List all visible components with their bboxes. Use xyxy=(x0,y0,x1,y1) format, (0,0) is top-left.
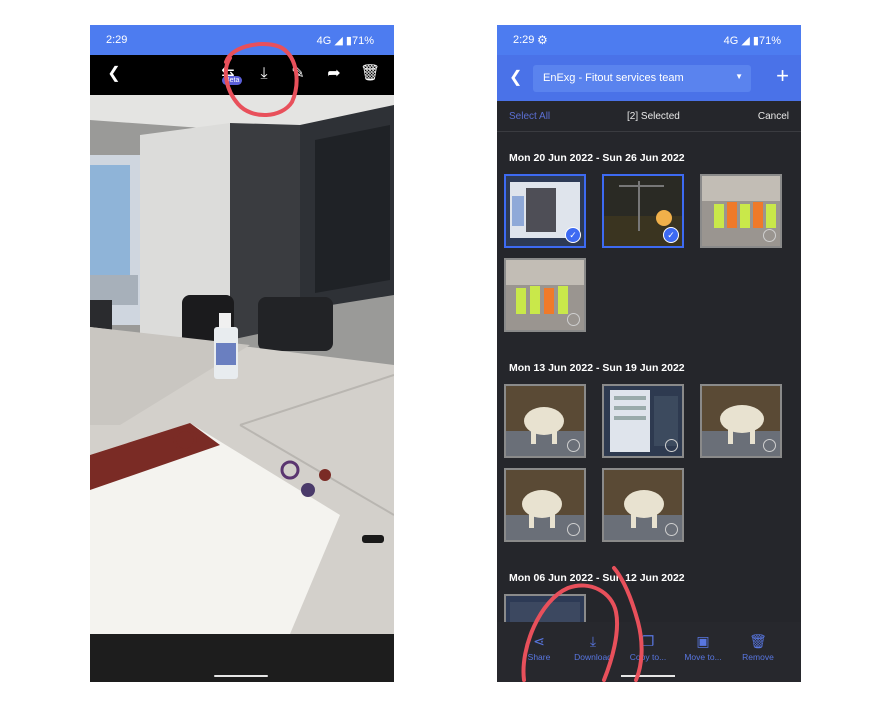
unselected-circle-icon xyxy=(763,229,776,242)
team-dropdown[interactable]: EnExg - Fitout services team ▼ xyxy=(533,65,751,92)
share-icon[interactable]: ➦ xyxy=(324,64,344,84)
download-label: Download xyxy=(574,652,612,662)
date-group-header: Mon 13 Jun 2022 - Sun 19 Jun 2022 xyxy=(509,362,685,374)
remove-label: Remove xyxy=(742,652,774,662)
copy-to-button[interactable]: ❐ Copy to... xyxy=(618,632,678,662)
add-icon[interactable]: + xyxy=(776,63,789,89)
remove-button[interactable]: 🗑 Remove xyxy=(728,632,788,662)
home-indicator xyxy=(621,675,675,677)
left-phone-screen: 2:29 4G ◢ ▮71% ❮ ⇆ Beta ⤓ ✎ ➦ 🗑 xyxy=(90,25,394,682)
move-to-button[interactable]: ▣ Move to... xyxy=(673,632,733,662)
download-icon: ⤓ xyxy=(589,633,597,649)
date-group-header: Mon 06 Jun 2022 - Sun 12 Jun 2022 xyxy=(509,572,685,584)
chevron-left-icon[interactable]: ❮ xyxy=(104,64,124,84)
share-button[interactable]: ⋖ Share xyxy=(509,632,569,662)
photo-thumbnail[interactable] xyxy=(504,258,586,332)
photo-thumbnail[interactable] xyxy=(700,384,782,458)
folder-move-icon: ▣ xyxy=(696,633,710,649)
download-button[interactable]: ⤓ Download xyxy=(563,632,623,662)
right-phone-screen: 2:29 ⚙ 4G ◢ ▮71% ❮ EnExg - Fitout servic… xyxy=(497,25,801,682)
photo-thumbnail[interactable] xyxy=(504,594,586,624)
photo-thumbnail[interactable]: ✓ xyxy=(602,174,684,248)
select-all-button[interactable]: Select All xyxy=(509,111,550,122)
move-to-label: Move to... xyxy=(684,652,722,662)
status-network: 4G ◢ ▮71% xyxy=(723,35,781,47)
check-icon: ✓ xyxy=(565,227,581,243)
settings-status-icon: ⚙ xyxy=(537,33,548,47)
status-bar: 2:29 4G ◢ ▮71% xyxy=(90,25,394,55)
share-icon: ⋖ xyxy=(533,633,545,649)
bottom-action-bar: ⋖ Share ⤓ Download ❐ Copy to... ▣ Move t… xyxy=(497,622,801,682)
status-time: 2:29 xyxy=(513,34,535,46)
beta-badge: Beta xyxy=(222,76,243,85)
check-icon: ✓ xyxy=(663,227,679,243)
team-name: EnExg - Fitout services team xyxy=(543,72,684,84)
unselected-circle-icon xyxy=(567,313,580,326)
photo-thumbnail[interactable] xyxy=(602,468,684,542)
home-indicator xyxy=(214,675,268,677)
edit-icon[interactable]: ✎ xyxy=(288,64,308,84)
photo-thumbnail[interactable] xyxy=(602,384,684,458)
office-photo xyxy=(90,95,394,634)
cancel-button[interactable]: Cancel xyxy=(758,111,789,122)
photo-toolbar: ❮ ⇆ Beta ⤓ ✎ ➦ 🗑 xyxy=(90,55,394,95)
share-label: Share xyxy=(527,652,551,662)
photo-thumbnail[interactable] xyxy=(504,468,586,542)
status-bar: 2:29 ⚙ 4G ◢ ▮71% xyxy=(497,25,801,55)
status-time: 2:29 xyxy=(106,34,128,46)
unselected-circle-icon xyxy=(763,439,776,452)
unselected-circle-icon xyxy=(567,439,580,452)
selection-bar: Select All [2] Selected Cancel xyxy=(497,101,801,132)
unselected-circle-icon xyxy=(665,439,678,452)
copy-icon: ❐ xyxy=(641,633,655,649)
date-group-header: Mon 20 Jun 2022 - Sun 26 Jun 2022 xyxy=(509,152,685,164)
copy-to-label: Copy to... xyxy=(629,652,667,662)
chevron-left-icon[interactable]: ❮ xyxy=(509,67,522,87)
unselected-circle-icon xyxy=(665,523,678,536)
trash-icon[interactable]: 🗑 xyxy=(360,64,380,84)
photo-thumbnail[interactable] xyxy=(504,384,586,458)
trash-icon: 🗑 xyxy=(749,633,767,649)
unselected-circle-icon xyxy=(567,523,580,536)
download-icon[interactable]: ⤓ xyxy=(254,64,274,84)
selected-count: [2] Selected xyxy=(627,111,680,122)
photo-thumbnail[interactable]: ✓ xyxy=(504,174,586,248)
bottom-nav-area xyxy=(90,634,394,682)
photo-thumbnail[interactable] xyxy=(700,174,782,248)
caret-down-icon: ▼ xyxy=(735,72,743,81)
status-network: 4G ◢ ▮71% xyxy=(316,35,374,47)
app-header: ❮ EnExg - Fitout services team ▼ + xyxy=(497,55,801,101)
